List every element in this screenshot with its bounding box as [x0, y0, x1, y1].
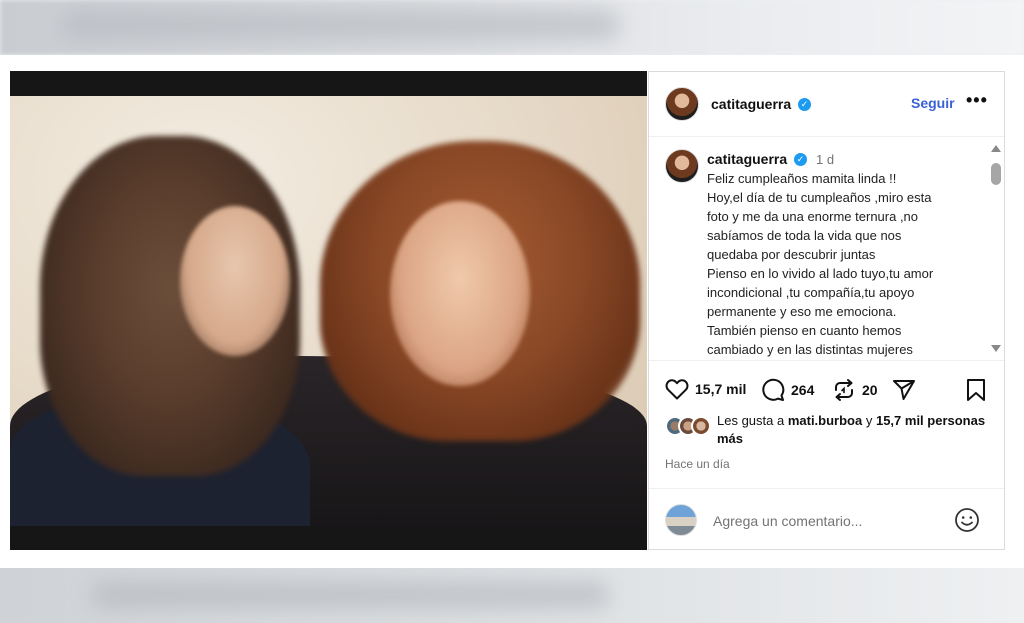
comments-count: 264 — [791, 382, 815, 398]
follow-button[interactable]: Seguir — [911, 95, 955, 111]
reposts-count: 20 — [862, 382, 878, 398]
caption-scrollbar[interactable] — [990, 145, 1002, 357]
photo-image — [10, 96, 647, 526]
caption-author-avatar[interactable] — [665, 149, 699, 183]
comment-icon — [762, 378, 785, 401]
caption-area: catitaguerra ✓ 1 d Feliz cumpleaños mami… — [649, 137, 1004, 360]
likes-middle: y — [862, 413, 876, 428]
caption-line: quedaba por descubrir juntas — [707, 247, 876, 262]
photo-detail — [180, 206, 290, 356]
bookmark-icon — [967, 379, 985, 401]
comment-button[interactable]: 264 — [761, 378, 814, 402]
scroll-down-icon[interactable] — [991, 345, 1001, 352]
likes-count: 15,7 mil — [695, 381, 747, 397]
likes-prefix: Les gusta a — [717, 413, 788, 428]
caption-line: foto y me da una enorme ternura ,no — [707, 209, 919, 224]
like-button[interactable]: 15,7 mil — [665, 378, 746, 400]
save-button[interactable] — [965, 378, 987, 402]
heart-icon — [665, 379, 689, 400]
caption-line: Hoy,el día de tu cumpleaños ,miro esta — [707, 190, 932, 205]
photo-detail — [390, 201, 530, 386]
post-photo[interactable] — [10, 71, 647, 550]
author-avatar[interactable] — [665, 87, 699, 121]
share-icon — [893, 380, 915, 400]
caption-line: También pienso en cuanto hemos — [707, 323, 902, 338]
caption-username[interactable]: catitaguerra — [707, 151, 787, 167]
caption-line: sabíamos de toda la vida que nos — [707, 228, 902, 243]
posted-ago[interactable]: Hace un día — [665, 457, 730, 471]
comment-input[interactable] — [711, 509, 945, 533]
author-username[interactable]: catitaguerra — [711, 96, 791, 112]
more-options-button[interactable]: ••• — [966, 90, 988, 111]
likes-total[interactable]: 15,7 mil — [876, 413, 924, 428]
scroll-up-icon[interactable] — [991, 145, 1001, 152]
caption-line: incondicional ,tu compañía,tu apoyo — [707, 285, 915, 300]
likes-text: Les gusta a mati.burboa y 15,7 mil perso… — [717, 412, 987, 448]
current-user-avatar — [665, 504, 697, 536]
repost-icon — [835, 379, 853, 401]
caption-line: cambiado y en las distintas mujeres — [707, 342, 913, 357]
divider — [649, 360, 1004, 361]
verified-badge-icon: ✓ — [794, 153, 807, 166]
post-side-panel: catitaguerra ✓ Seguir ••• catitaguerra ✓… — [648, 71, 1005, 550]
share-button[interactable] — [892, 378, 916, 402]
divider — [649, 488, 1004, 489]
post-header: catitaguerra ✓ Seguir ••• — [649, 72, 1004, 137]
post-actions: 15,7 mil 264 20 — [649, 372, 1004, 408]
background-bottom-blur — [0, 568, 1024, 623]
caption-line: permanente y eso me emociona. — [707, 304, 897, 319]
background-top-blur — [0, 0, 1024, 55]
caption-text: Feliz cumpleaños mamita linda !! Hoy,el … — [707, 169, 987, 359]
liker-username[interactable]: mati.burboa — [788, 413, 862, 428]
caption-line: Pienso en lo vivido al lado tuyo,tu amor — [707, 266, 934, 281]
caption-line: Feliz cumpleaños mamita linda !! — [707, 171, 897, 186]
post-time[interactable]: 1 d — [816, 152, 834, 167]
emoji-button[interactable] — [954, 507, 980, 533]
emoji-icon — [955, 508, 979, 532]
scrollbar-thumb[interactable] — [991, 163, 1001, 185]
repost-button[interactable]: 20 — [832, 378, 878, 402]
liker-avatars[interactable] — [665, 416, 713, 438]
verified-badge-icon: ✓ — [798, 98, 811, 111]
